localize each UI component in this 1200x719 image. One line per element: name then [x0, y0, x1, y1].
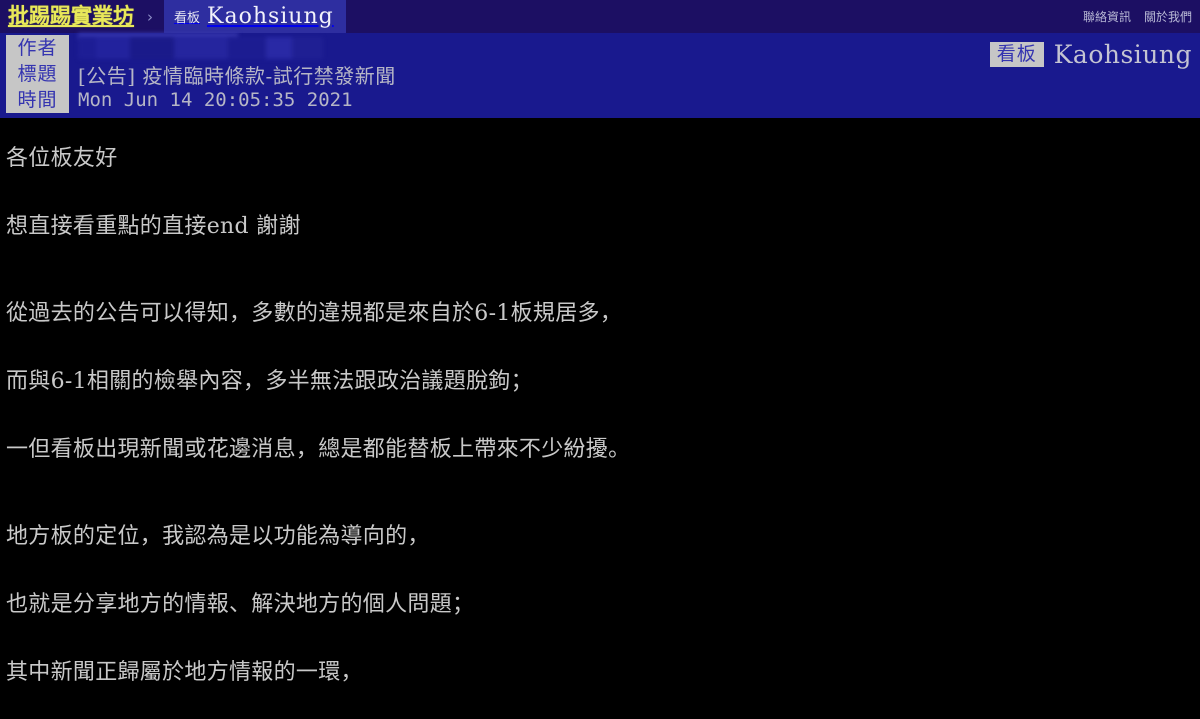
meta-row-time: 時間 Mon Jun 14 20:05:35 2021	[0, 87, 1200, 113]
nav-right-links: 聯絡資訊 關於我們	[1083, 0, 1192, 33]
breadcrumb-board-link[interactable]: 看板 Kaohsiung	[164, 0, 346, 33]
article-body: 各位板友好想直接看重點的直接end 謝謝從過去的公告可以得知，多數的違規都是來自…	[0, 118, 1200, 719]
article-metadata-header: 作者 標題 [公告] 疫情臨時條款-試行禁發新聞 時間 Mon Jun 14 2…	[0, 33, 1200, 118]
breadcrumb-separator-icon: ›	[147, 7, 153, 26]
body-line: 地方板的定位，我認為是以功能為導向的，	[6, 524, 430, 549]
meta-label-title: 標題	[6, 61, 69, 87]
nav-link-about[interactable]: 關於我們	[1144, 8, 1192, 25]
body-blank-line	[6, 270, 1200, 289]
body-blank-line	[6, 697, 1200, 716]
body-blank-line	[6, 183, 1200, 202]
meta-value-title: [公告] 疫情臨時條款-試行禁發新聞	[78, 63, 396, 88]
meta-value-time: Mon Jun 14 20:05:35 2021	[78, 89, 353, 111]
body-blank-line	[6, 406, 1200, 425]
body-blank-line	[6, 251, 1200, 270]
body-line: 一但看板出現新聞或花邊消息，總是都能替板上帶來不少紛擾。	[6, 437, 631, 462]
body-blank-line	[6, 338, 1200, 357]
board-tag: 看板 Kaohsiung	[989, 40, 1192, 69]
body-line: 從過去的公告可以得知，多數的違規都是來自於6-1板規居多，	[6, 301, 623, 326]
body-blank-line	[6, 493, 1200, 512]
nav-link-contact[interactable]: 聯絡資訊	[1083, 8, 1131, 25]
body-line: 其中新聞正歸屬於地方情報的一環，	[6, 660, 363, 685]
body-line: 想直接看重點的直接end 謝謝	[6, 214, 301, 239]
meta-label-author: 作者	[6, 35, 69, 61]
breadcrumb-board-name: Kaohsiung	[207, 4, 334, 29]
meta-label-time: 時間	[6, 87, 69, 113]
site-logo-link[interactable]: 批踢踢實業坊	[8, 6, 134, 27]
body-blank-line	[6, 561, 1200, 580]
body-blank-line	[6, 474, 1200, 493]
body-blank-line	[6, 629, 1200, 648]
top-navigation-bar: 批踢踢實業坊 › 看板 Kaohsiung 聯絡資訊 關於我們	[0, 0, 1200, 33]
body-line: 也就是分享地方的情報、解決地方的個人問題；	[6, 592, 475, 617]
body-line: 而與6-1相關的檢舉內容，多半無法跟政治議題脫鉤；	[6, 369, 533, 394]
meta-value-author-redacted	[78, 37, 323, 59]
board-tag-keyword: 看板	[989, 42, 1044, 67]
breadcrumb-board-keyword: 看板	[174, 11, 201, 26]
board-tag-name: Kaohsiung	[1053, 40, 1192, 69]
body-line: 各位板友好	[6, 146, 118, 171]
